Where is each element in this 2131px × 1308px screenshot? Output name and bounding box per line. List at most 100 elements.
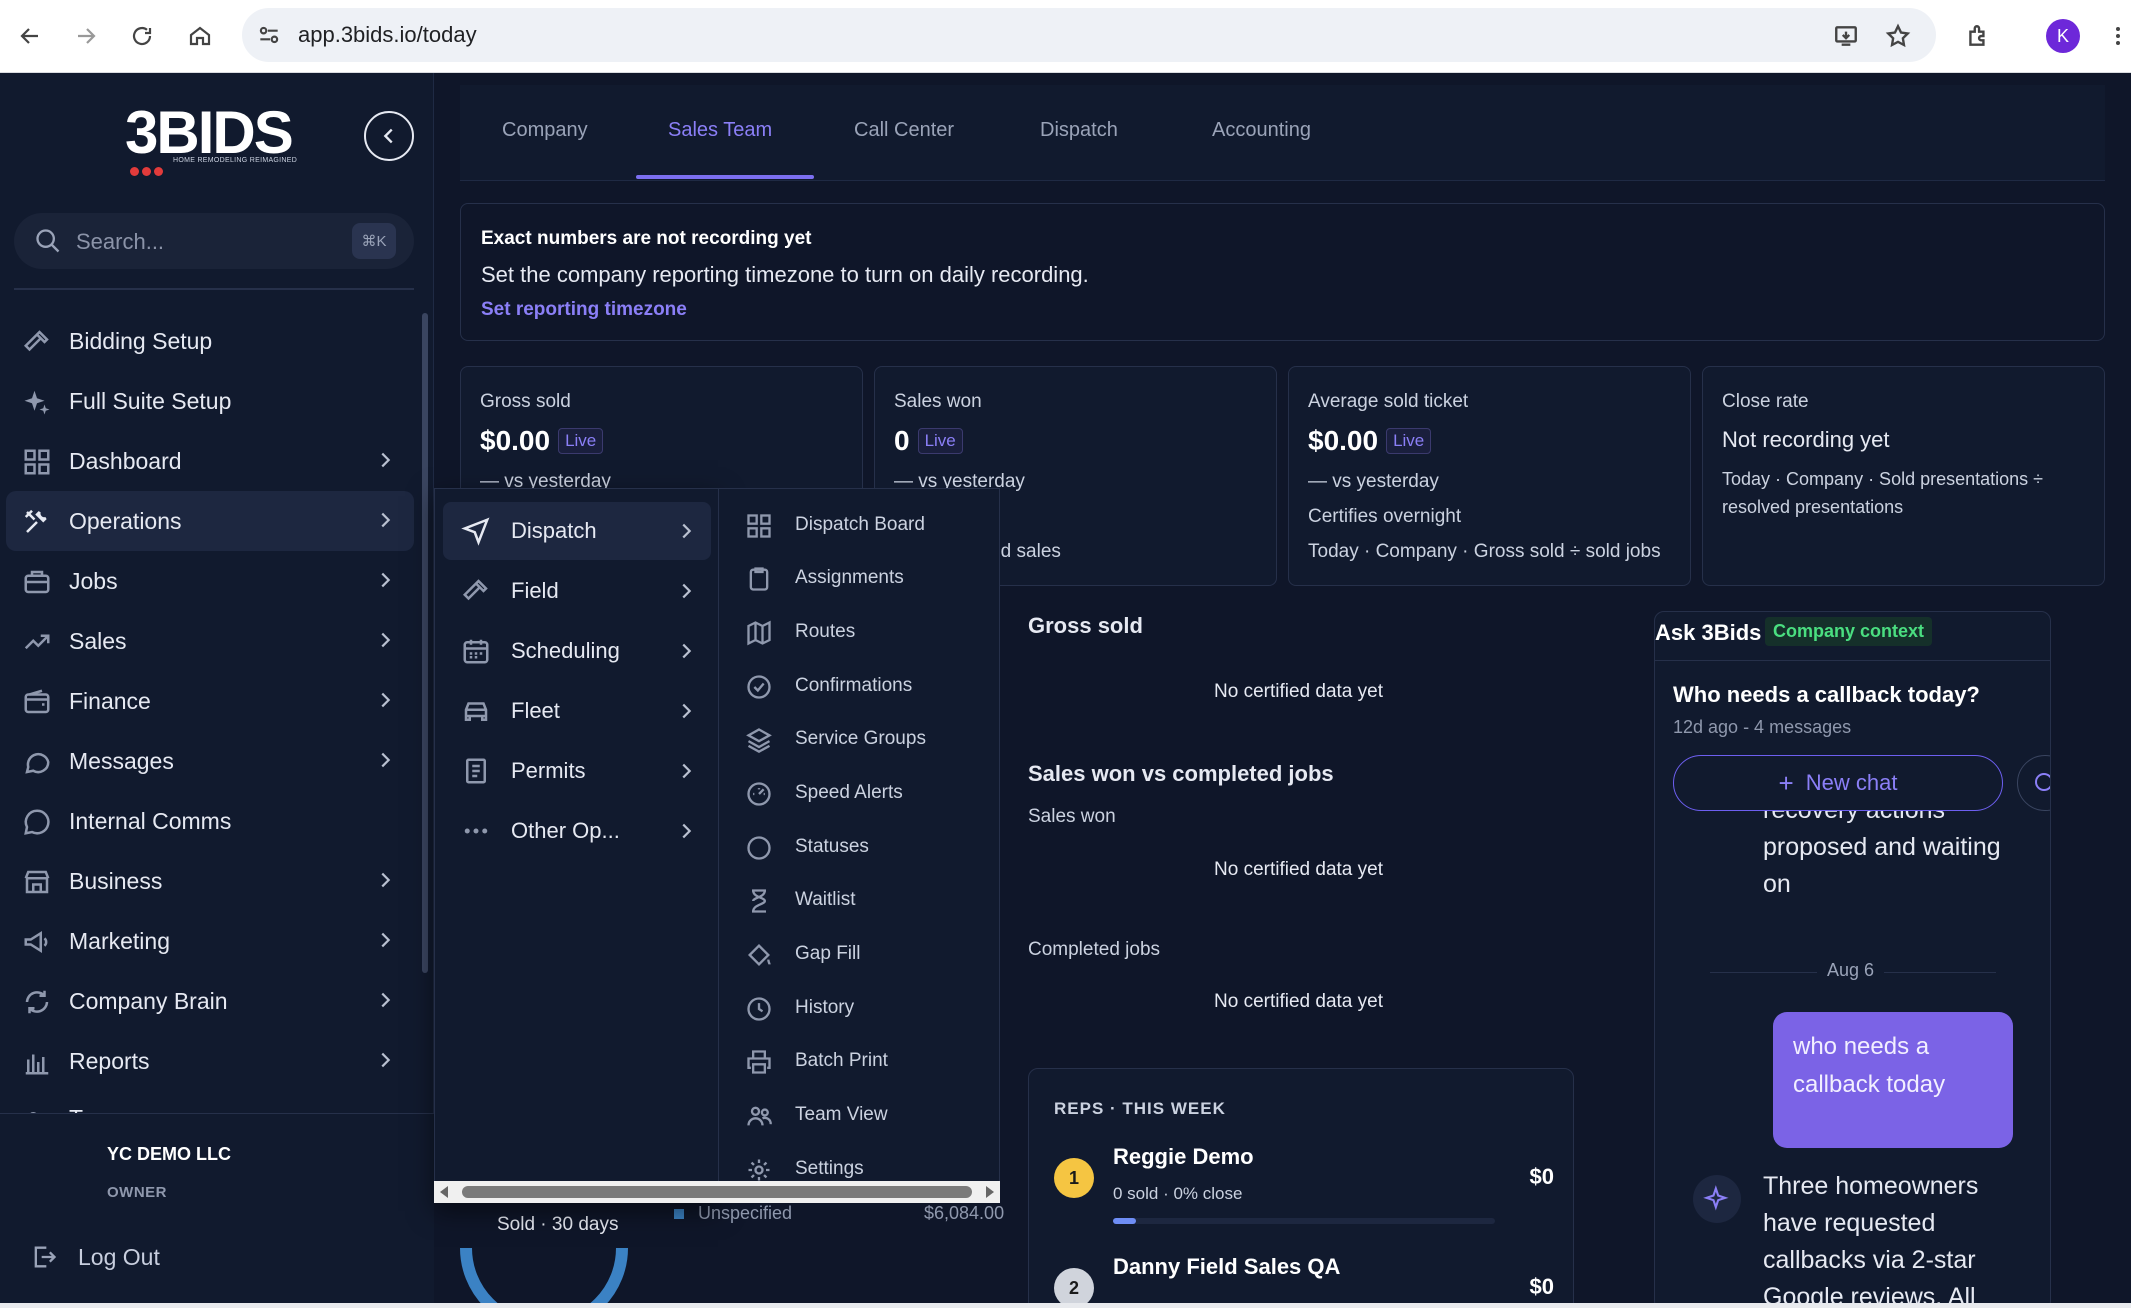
extensions-button[interactable] [1960,18,1996,54]
trend-icon [22,627,52,657]
rep-name: Danny Field Sales QA [1113,1254,1341,1279]
menu-item-assignments[interactable]: Assignments [719,553,999,603]
collapse-sidebar-button[interactable] [364,111,414,161]
sidebar-item-label: Full Suite Setup [69,387,232,414]
conversation-title[interactable]: Who needs a callback today? [1673,682,1980,708]
forward-button[interactable] [68,18,104,54]
address-bar[interactable]: app.3bids.io/today [242,8,1936,62]
navigation-icon [461,516,491,551]
sidebar-item-company-brain[interactable]: Company Brain [6,971,414,1031]
tab-call-center[interactable]: Call Center [854,119,954,142]
search-input[interactable]: Search... ⌘K [14,213,414,269]
menu-item-confirmations[interactable]: Confirmations [719,661,999,711]
rep-progress-fill [1113,1218,1136,1224]
tab-accounting[interactable]: Accounting [1212,119,1311,142]
clipboard-icon [745,565,773,598]
sidebar-nav: Bidding Setup Full Suite Setup Dashboard… [0,311,420,1121]
profile-avatar[interactable]: K [2046,19,2080,53]
empty-state: No certified data yet [1214,859,1383,880]
chevron-right-icon [675,760,697,787]
gross-sold-value: $0.00 [480,425,551,456]
map-icon [745,619,773,652]
menu-item-settings[interactable]: Settings [719,1144,999,1182]
grid-icon [22,447,52,477]
sidebar-item-dashboard[interactable]: Dashboard [6,431,414,491]
circle-icon [745,834,773,867]
chevron-right-icon [675,820,697,847]
scrollbar-thumb[interactable] [462,1186,972,1198]
logo[interactable]: 3BIDS HOME REMODELING REIMAGINED [125,103,297,176]
sidebar-item-business[interactable]: Business [6,851,414,911]
company-switcher[interactable]: YC DEMO LLC OWNER [0,1113,434,1308]
donut-label: Sold · 30 days [497,1214,619,1235]
notice-title: Exact numbers are not recording yet [481,228,812,249]
sidebar-item-label: Finance [69,687,151,714]
document-icon [461,756,491,791]
tab-dispatch[interactable]: Dispatch [1040,119,1118,142]
sidebar-scrollbar[interactable] [422,313,428,973]
sidebar-item-bidding-setup[interactable]: Bidding Setup [6,311,414,371]
sidebar-item-marketing[interactable]: Marketing [6,911,414,971]
menu-item-gap-fill[interactable]: Gap Fill [719,929,999,979]
sidebar-item-internal-comms[interactable]: Internal Comms [6,791,414,851]
gauge-icon [745,780,773,813]
flyout-item-field[interactable]: Field [443,562,711,620]
set-timezone-link[interactable]: Set reporting timezone [481,299,687,321]
rep-amount: $0 [1529,1164,1554,1189]
menu-item-team-view[interactable]: Team View [719,1090,999,1140]
menu-item-routes[interactable]: Routes [719,607,999,657]
flyout-item-dispatch[interactable]: Dispatch [443,502,711,560]
flyout-item-fleet[interactable]: Fleet [443,682,711,740]
site-settings-icon[interactable] [256,22,282,53]
card-value: $0.00 Live [480,425,604,457]
flyout-item-label: Permits [511,758,586,783]
sales-won-value: 0 [894,425,910,456]
scroll-left-arrow[interactable] [440,1186,448,1198]
printer-icon [745,1048,773,1081]
back-button[interactable] [12,18,48,54]
menu-item-speed-alerts[interactable]: Speed Alerts [719,768,999,818]
sidebar-item-jobs[interactable]: Jobs [6,551,414,611]
search-shortcut-badge: ⌘K [352,223,396,259]
flyout-horizontal-scrollbar[interactable] [434,1181,1000,1203]
chevron-left-icon [383,128,393,144]
star-icon [1885,23,1911,48]
menu-item-history[interactable]: History [719,983,999,1033]
home-button[interactable] [182,18,218,54]
browser-menu-button[interactable] [2100,18,2131,54]
install-app-button[interactable] [1828,18,1864,54]
company-name: YC DEMO LLC [107,1144,231,1164]
menu-item-batch-print[interactable]: Batch Print [719,1036,999,1086]
tab-sales-team[interactable]: Sales Team [668,119,772,142]
card-label: Sales won [894,391,982,412]
empty-state: No certified data yet [1214,991,1383,1012]
sidebar-item-sales[interactable]: Sales [6,611,414,671]
flyout-item-scheduling[interactable]: Scheduling [443,622,711,680]
sidebar-item-label: Internal Comms [69,807,232,834]
menu-item-statuses[interactable]: Statuses [719,822,999,872]
flyout-item-permits[interactable]: Permits [443,742,711,800]
menu-item-service-groups[interactable]: Service Groups [719,714,999,764]
user-message-bubble: who needs a callback today [1773,1012,2013,1148]
bookmark-button[interactable] [1880,18,1916,54]
chevron-right-icon [675,520,697,547]
new-chat-button[interactable]: + New chat [1673,755,2003,811]
dashboard-tabs: Company Sales Team Call Center Dispatch … [460,85,2105,181]
sidebar-item-finance[interactable]: Finance [6,671,414,731]
sidebar-item-messages[interactable]: Messages [6,731,414,791]
menu-item-waitlist[interactable]: Waitlist [719,875,999,925]
tab-company[interactable]: Company [502,119,588,142]
browser-toolbar: app.3bids.io/today K [0,0,2131,73]
context-badge[interactable]: Company context [1765,617,1933,646]
card-label: Close rate [1722,391,1809,412]
menu-item-dispatch-board[interactable]: Dispatch Board [719,500,999,550]
sidebar-item-full-suite-setup[interactable]: Full Suite Setup [6,371,414,431]
sparkle-icon [1693,1175,1741,1223]
sidebar-item-operations[interactable]: Operations [6,491,414,551]
arrow-right-icon [78,28,96,44]
reload-button[interactable] [124,18,160,54]
sidebar-item-reports[interactable]: Reports [6,1031,414,1091]
scroll-right-arrow[interactable] [986,1186,994,1198]
logout-button[interactable]: Log Out [30,1243,160,1271]
flyout-item-other-operations[interactable]: Other Op... [443,802,711,860]
